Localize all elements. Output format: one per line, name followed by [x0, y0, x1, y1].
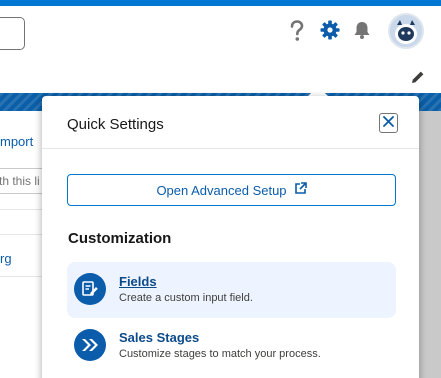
header-divider [42, 148, 419, 149]
advanced-setup-label: Open Advanced Setup [156, 182, 287, 198]
org-link[interactable]: rg [0, 251, 12, 266]
scroll-rail [419, 111, 441, 378]
question-mark-icon[interactable] [289, 20, 305, 47]
setting-item-fields[interactable]: Fields Create a custom input field. [67, 262, 396, 318]
close-button[interactable] [379, 113, 398, 133]
global-header [0, 6, 441, 58]
pencil-edit-icon[interactable] [410, 69, 426, 90]
gear-icon[interactable] [320, 20, 340, 45]
close-icon [383, 114, 394, 132]
external-link-icon [294, 182, 307, 198]
panel-title: Quick Settings [67, 116, 164, 133]
customization-heading: Customization [68, 230, 172, 247]
list-search-input[interactable]: th this li [0, 168, 46, 194]
import-link[interactable]: mport [0, 134, 33, 149]
quick-settings-panel: Quick Settings Open Advanced Setup Custo… [42, 96, 419, 378]
open-advanced-setup-button[interactable]: Open Advanced Setup [67, 174, 396, 206]
item-description: Customize stages to match your process. [119, 348, 321, 360]
double-chevron-right-icon [74, 329, 106, 361]
item-title[interactable]: Sales Stages [119, 330, 199, 345]
edit-field-icon [74, 273, 106, 305]
user-avatar[interactable] [388, 13, 424, 49]
setting-item-sales-stages[interactable]: Sales Stages Customize stages to match y… [67, 318, 396, 374]
bell-icon[interactable] [352, 20, 372, 45]
item-title[interactable]: Fields [119, 274, 157, 289]
global-search-box[interactable] [0, 17, 25, 50]
item-description: Create a custom input field. [119, 292, 253, 304]
